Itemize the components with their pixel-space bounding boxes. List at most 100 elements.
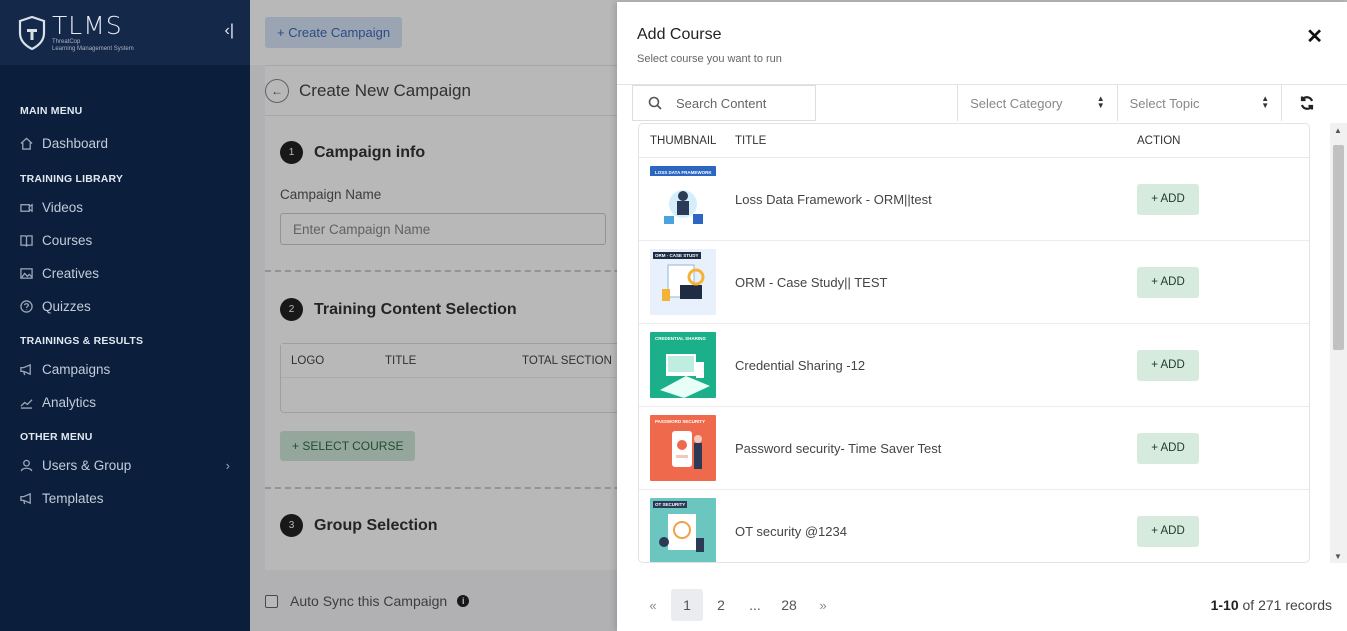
refresh-icon [1300, 96, 1314, 110]
sidebar: TLMS ThreatCop Learning Management Syste… [0, 0, 250, 631]
pagination-page-28[interactable]: 28 [773, 589, 805, 621]
section-label-trainings-results: TRAININGS & RESULTS [20, 335, 144, 347]
refresh-button[interactable] [1282, 85, 1332, 121]
modal-subtitle: Select course you want to run [637, 53, 782, 65]
table-row: CREDENTIAL SHARING Credential Sharing -1… [639, 324, 1309, 407]
records-text: of 271 records [1242, 597, 1333, 613]
user-icon [20, 459, 33, 472]
sidebar-item-dashboard[interactable]: Dashboard [20, 127, 250, 160]
filter-bar: Search Content Select Category ▲ ▼ Select… [632, 85, 1332, 121]
thumbnail-label: CREDENTIAL SHARING [655, 336, 706, 341]
modal-scrollbar[interactable]: ▲ ▼ [1330, 123, 1347, 563]
add-course-button[interactable]: + ADD [1137, 432, 1199, 464]
scroll-down-icon[interactable]: ▼ [1334, 552, 1342, 561]
sidebar-item-videos[interactable]: Videos [20, 191, 250, 224]
sidebar-item-label: Courses [42, 233, 93, 248]
sort-arrows-icon: ▲ ▼ [1261, 94, 1270, 110]
course-title: Loss Data Framework - ORM||test [735, 191, 932, 207]
sidebar-item-courses[interactable]: Courses [20, 224, 250, 257]
table-row: LOSS DATA FRAMEWORK - ORM Loss Data Fram… [639, 158, 1309, 241]
pagination-prev[interactable]: « [637, 589, 669, 621]
thumbnail-label: PASSWORD SECURITY [655, 419, 706, 424]
sidebar-item-users-group[interactable]: Users & Group › [20, 449, 250, 482]
add-course-button[interactable]: + ADD [1137, 515, 1199, 547]
course-title: OT security @1234 [735, 523, 847, 539]
pagination-page-1[interactable]: 1 [671, 589, 703, 621]
scroll-up-icon[interactable]: ▲ [1334, 126, 1342, 135]
add-course-button[interactable]: + ADD [1137, 266, 1199, 298]
add-course-button[interactable]: + ADD [1137, 349, 1199, 381]
section-label-main-menu: MAIN MENU [20, 105, 83, 117]
column-header-title: TITLE [735, 134, 767, 147]
select-category-dropdown[interactable]: Select Category ▲ ▼ [958, 85, 1118, 121]
table-row: ORM - CASE STUDY ORM - Case Study|| TEST… [639, 241, 1309, 324]
section-label-training-library: TRAINING LIBRARY [20, 173, 124, 185]
video-icon [20, 203, 33, 213]
pagination-ellipsis: ... [749, 597, 761, 613]
sidebar-item-quizzes[interactable]: Quizzes [20, 290, 250, 323]
records-count: 1-10 of 271 records [1211, 597, 1332, 613]
course-thumbnail: LOSS DATA FRAMEWORK - ORM [650, 166, 716, 232]
thumbnail-label: ORM - CASE STUDY [653, 252, 701, 259]
megaphone-icon [20, 363, 31, 376]
home-icon [20, 137, 33, 150]
add-course-modal: Add Course Select course you want to run… [617, 2, 1347, 631]
sidebar-item-analytics[interactable]: Analytics [20, 386, 250, 419]
course-table: THUMBNAIL TITLE ACTION LOSS DATA FRAMEWO… [638, 123, 1310, 563]
select-topic-dropdown[interactable]: Select Topic ▲ ▼ [1118, 85, 1283, 121]
sidebar-item-label: Quizzes [42, 299, 91, 314]
question-icon [20, 300, 33, 313]
thumbnail-label: OT SECURITY [653, 501, 688, 508]
course-title: Credential Sharing -12 [735, 357, 866, 373]
add-course-button[interactable]: + ADD [1137, 183, 1199, 215]
course-table-header: THUMBNAIL TITLE ACTION [639, 124, 1309, 158]
sidebar-item-creatives[interactable]: Creatives [20, 257, 250, 290]
search-placeholder: Search Content [676, 95, 767, 111]
book-icon [20, 235, 33, 247]
table-row: PASSWORD SECURITY Password security- Tim… [639, 407, 1309, 490]
logo-title: TLMS [52, 10, 123, 40]
sidebar-item-label: Campaigns [42, 362, 111, 377]
modal-header: Add Course Select course you want to run… [617, 2, 1347, 85]
sort-arrows-icon: ▲ ▼ [1096, 94, 1105, 110]
sidebar-item-templates[interactable]: Templates [20, 482, 250, 515]
search-icon [648, 96, 662, 110]
sidebar-item-label: Analytics [42, 395, 97, 410]
sidebar-item-label: Users & Group [42, 458, 132, 473]
logo-area: TLMS ThreatCop Learning Management Syste… [0, 0, 250, 65]
select-topic-placeholder: Select Topic [1129, 95, 1200, 111]
thumbnail-label: LOSS DATA FRAMEWORK - ORM [655, 170, 712, 180]
close-icon[interactable]: ✕ [1306, 24, 1323, 49]
table-row: OT SECURITY OT security @1234 + ADD [639, 490, 1309, 562]
scrollbar-thumb[interactable] [1333, 145, 1344, 350]
sidebar-item-label: Dashboard [42, 136, 109, 151]
course-thumbnail: PASSWORD SECURITY [650, 415, 716, 481]
logo-shield-icon [18, 15, 46, 50]
course-thumbnail: CREDENTIAL SHARING [650, 332, 716, 398]
column-header-thumbnail: THUMBNAIL [650, 134, 717, 147]
pagination-next[interactable]: » [807, 589, 839, 621]
sidebar-item-campaigns[interactable]: Campaigns [20, 353, 250, 386]
logo-subtitle-line1: ThreatCop [52, 38, 81, 45]
collapse-sidebar-icon[interactable]: ‹| [225, 22, 234, 40]
sidebar-item-label: Videos [42, 200, 84, 215]
course-thumbnail: ORM - CASE STUDY [650, 249, 716, 315]
course-title: Password security- Time Saver Test [735, 440, 942, 456]
megaphone-icon [20, 492, 31, 505]
pagination-page-2[interactable]: 2 [705, 589, 737, 621]
search-spacer [816, 85, 959, 121]
section-label-other-menu: OTHER MENU [20, 431, 93, 443]
search-content-input[interactable]: Search Content [632, 85, 817, 121]
sidebar-item-label: Templates [42, 491, 104, 506]
modal-title: Add Course [637, 26, 722, 43]
column-header-action: ACTION [1137, 134, 1181, 147]
records-range: 1-10 [1210, 597, 1239, 613]
logo-subtitle-line2: Learning Management System [52, 45, 134, 52]
sidebar-item-label: Creatives [42, 266, 100, 281]
chevron-right-icon: › [225, 458, 230, 473]
course-title: ORM - Case Study|| TEST [735, 274, 888, 290]
image-icon [20, 268, 33, 279]
chart-line-icon [20, 399, 33, 409]
course-thumbnail: OT SECURITY [650, 498, 716, 562]
select-category-placeholder: Select Category [970, 95, 1063, 111]
